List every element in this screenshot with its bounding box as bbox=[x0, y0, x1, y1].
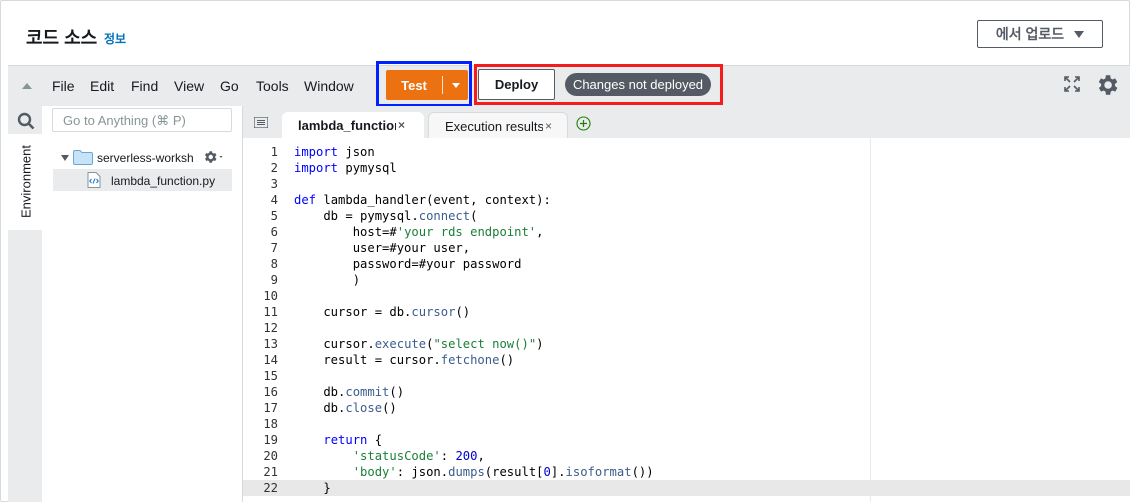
code-line: 14 result = cursor.fetchone() bbox=[243, 352, 1130, 368]
code-line: 7 user=#your user, bbox=[243, 240, 1130, 256]
code-text: def lambda_handler(event, context): bbox=[294, 193, 551, 207]
code-text: cursor.execute("select now()") bbox=[294, 337, 544, 351]
test-highlight-box bbox=[376, 61, 472, 107]
code-text: host=#'your rds endpoint', bbox=[294, 225, 544, 239]
code-text: import pymysql bbox=[294, 161, 397, 175]
upload-from-button[interactable]: 에서 업로드 bbox=[977, 20, 1103, 48]
line-number: 18 bbox=[263, 417, 278, 431]
line-number: 13 bbox=[263, 337, 278, 351]
line-number: 17 bbox=[263, 401, 278, 415]
code-text: db = pymysql.connect( bbox=[294, 209, 478, 223]
folder-settings-icon[interactable] bbox=[204, 150, 226, 164]
folder-expand-icon[interactable] bbox=[61, 155, 69, 161]
menu-find[interactable]: Find bbox=[131, 78, 158, 94]
page-title: 코드 소스 bbox=[26, 28, 98, 48]
line-number: 16 bbox=[263, 385, 278, 399]
folder-serverless-workshop[interactable]: serverless-workshop bbox=[97, 151, 193, 165]
code-line: 5 db = pymysql.connect( bbox=[243, 208, 1130, 224]
file-lambda-function: lambda_function.py bbox=[111, 174, 216, 188]
line-number: 14 bbox=[263, 353, 278, 367]
go-to-anything-input[interactable] bbox=[52, 108, 232, 132]
collapse-menu-icon[interactable] bbox=[22, 83, 32, 89]
menu-edit[interactable]: Edit bbox=[90, 78, 114, 94]
line-number: 9 bbox=[270, 273, 278, 287]
environment-tab-label: Environment bbox=[18, 145, 34, 218]
code-text: } bbox=[294, 481, 331, 495]
tab-list-icon[interactable] bbox=[254, 117, 268, 128]
code-line: 17 db.close() bbox=[243, 400, 1130, 416]
python-file-icon bbox=[87, 172, 101, 188]
code-line: 9 ) bbox=[243, 272, 1130, 288]
code-line: 20 'statusCode': 200, bbox=[243, 448, 1130, 464]
fullscreen-icon[interactable] bbox=[1064, 76, 1080, 92]
menu-go[interactable]: Go bbox=[220, 78, 239, 94]
code-line: 10 bbox=[243, 288, 1130, 304]
code-text: db.close() bbox=[294, 401, 397, 415]
code-line: 13 cursor.execute("select now()") bbox=[243, 336, 1130, 352]
line-number: 6 bbox=[270, 225, 278, 239]
line-number: 20 bbox=[263, 449, 278, 463]
code-line: 8 password=#your password bbox=[243, 256, 1130, 272]
code-line: 1 import json bbox=[243, 144, 1130, 160]
code-line: 11 cursor = db.cursor() bbox=[243, 304, 1130, 320]
code-text: result = cursor.fetchone() bbox=[294, 353, 515, 367]
menu-window[interactable]: Window bbox=[304, 78, 354, 94]
folder-icon bbox=[73, 150, 93, 165]
deploy-highlight-box bbox=[474, 64, 723, 105]
code-line: 21 'body': json.dumps(result[0].isoforma… bbox=[243, 464, 1130, 480]
tab-label: Execution results bbox=[445, 119, 543, 134]
code-text: import json bbox=[294, 145, 375, 159]
line-number: 4 bbox=[270, 193, 278, 207]
caret-down-icon bbox=[1074, 30, 1085, 38]
line-number: 7 bbox=[270, 241, 278, 255]
code-line: 22 } bbox=[243, 480, 1130, 496]
line-number: 5 bbox=[270, 209, 278, 223]
line-number: 10 bbox=[263, 289, 278, 303]
code-line: 18 bbox=[243, 416, 1130, 432]
environment-panel bbox=[42, 106, 243, 502]
line-number: 12 bbox=[263, 321, 278, 335]
code-text: 'statusCode': 200, bbox=[352, 449, 485, 463]
environment-tab[interactable]: Environment bbox=[8, 134, 43, 230]
panel-header: 코드 소스 정보 에서 업로드 bbox=[0, 0, 1130, 64]
line-number: 22 bbox=[263, 481, 278, 495]
code-text: cursor = db.cursor() bbox=[294, 305, 471, 319]
menu-view[interactable]: View bbox=[174, 78, 204, 94]
menu-tools[interactable]: Tools bbox=[256, 78, 289, 94]
menu-file[interactable]: File bbox=[52, 78, 75, 94]
code-text: return { bbox=[323, 433, 383, 447]
code-text: 'body': json.dumps(result[0].isoformat()… bbox=[352, 465, 654, 479]
line-number: 11 bbox=[263, 305, 278, 319]
code-line: 15 bbox=[243, 368, 1130, 384]
code-line: 12 bbox=[243, 320, 1130, 336]
line-number: 21 bbox=[263, 465, 278, 479]
tab-lambda-function[interactable]: lambda_function × bbox=[282, 112, 424, 138]
line-number: 19 bbox=[263, 433, 278, 447]
search-icon[interactable] bbox=[17, 112, 35, 130]
code-text: user=#your user, bbox=[294, 241, 471, 255]
line-number: 1 bbox=[270, 145, 278, 159]
tab-execution-results[interactable]: Execution results × bbox=[428, 112, 568, 138]
code-text: db.commit() bbox=[294, 385, 405, 399]
code-text: ) bbox=[294, 273, 361, 287]
add-tab-icon[interactable] bbox=[576, 116, 591, 131]
code-line: 2 import pymysql bbox=[243, 160, 1130, 176]
code-line: 4 def lambda_handler(event, context): bbox=[243, 192, 1130, 208]
tab-label: lambda_function bbox=[298, 118, 396, 133]
line-number: 8 bbox=[270, 257, 278, 271]
code-text: password=#your password bbox=[294, 257, 522, 271]
line-number: 15 bbox=[263, 369, 278, 383]
line-number: 3 bbox=[270, 177, 278, 191]
code-line: 3 bbox=[243, 176, 1130, 192]
code-line: 19 return { bbox=[243, 432, 1130, 448]
close-icon[interactable]: × bbox=[398, 118, 405, 132]
info-link[interactable]: 정보 bbox=[104, 30, 126, 47]
code-line: 6 host=#'your rds endpoint', bbox=[243, 224, 1130, 240]
line-number: 2 bbox=[270, 161, 278, 175]
upload-from-label: 에서 업로드 bbox=[995, 26, 1065, 42]
close-icon[interactable]: × bbox=[545, 119, 552, 133]
code-line: 16 db.commit() bbox=[243, 384, 1130, 400]
gear-icon[interactable] bbox=[1094, 72, 1120, 98]
